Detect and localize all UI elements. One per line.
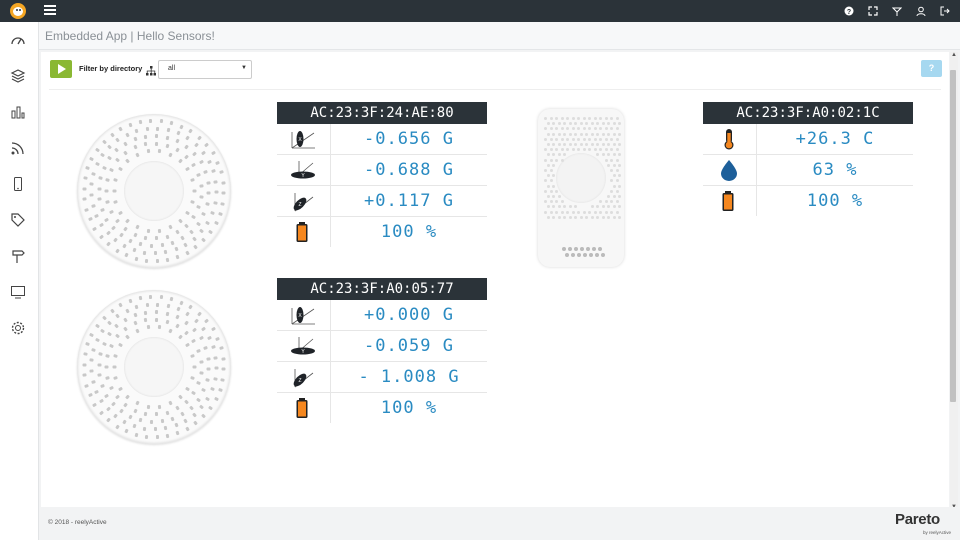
scroll-up-icon[interactable]: ▲ bbox=[950, 52, 958, 58]
reading-value: +0.117 G bbox=[364, 191, 454, 211]
menu-icon[interactable] bbox=[44, 5, 56, 17]
battery-icon bbox=[289, 397, 317, 419]
mobile-icon[interactable] bbox=[10, 176, 26, 192]
sidebar bbox=[0, 22, 39, 540]
reading-row: X -0.656 G bbox=[277, 124, 487, 155]
user-icon[interactable] bbox=[914, 3, 928, 19]
rect-sensor-image bbox=[538, 109, 624, 267]
brand-subtitle: by reelyActive bbox=[923, 530, 952, 535]
copyright-text: © 2018 - reelyActive bbox=[48, 519, 107, 526]
battery-icon bbox=[715, 190, 743, 212]
filter-label: Filter by directory bbox=[79, 64, 143, 73]
logout-icon[interactable] bbox=[938, 3, 952, 19]
sensor-card: AC:23:3F:A0:02:1C +26.3 C 63 % 100 % bbox=[703, 102, 913, 216]
reading-value: - 1.008 G bbox=[358, 367, 460, 387]
tags-icon[interactable] bbox=[10, 212, 26, 228]
help-icon[interactable]: ? bbox=[842, 3, 856, 19]
reading-row: Z +0.117 G bbox=[277, 186, 487, 217]
reading-row: Y -0.059 G bbox=[277, 331, 487, 362]
reading-value: 100 % bbox=[380, 222, 438, 242]
accelerometer-z-icon: Z bbox=[289, 366, 317, 388]
title-bar: Embedded App | Hello Sensors! bbox=[39, 22, 960, 50]
accelerometer-y-icon: Y bbox=[289, 159, 317, 181]
top-bar: ? bbox=[0, 0, 960, 22]
fullscreen-icon[interactable] bbox=[866, 3, 880, 19]
reading-value: 100 % bbox=[380, 398, 438, 418]
divider bbox=[49, 89, 941, 90]
reading-value: 100 % bbox=[806, 191, 864, 211]
page-title: Embedded App | Hello Sensors! bbox=[45, 29, 215, 43]
round-sensor-image bbox=[77, 290, 231, 444]
dashboard-icon[interactable] bbox=[10, 32, 26, 48]
reading-row: 100 % bbox=[277, 393, 487, 423]
reading-value: +0.000 G bbox=[364, 305, 454, 325]
sensor-card: AC:23:3F:24:AE:80 X -0.656 G Y -0.688 G Z +0.1… bbox=[277, 102, 487, 247]
directory-select-value: all bbox=[168, 65, 176, 72]
chevron-down-icon: ▼ bbox=[241, 65, 247, 71]
app-logo[interactable] bbox=[10, 3, 26, 19]
reading-row: Y -0.688 G bbox=[277, 155, 487, 186]
layers-icon[interactable] bbox=[10, 68, 26, 84]
svg-text:?: ? bbox=[847, 9, 851, 16]
reading-row: 100 % bbox=[277, 217, 487, 247]
brand-logo: Pareto bbox=[895, 511, 940, 528]
reading-row: 100 % bbox=[703, 186, 913, 216]
reading-value: 63 % bbox=[812, 160, 858, 180]
round-sensor-image bbox=[77, 114, 231, 268]
signpost-icon[interactable] bbox=[10, 248, 26, 264]
accelerometer-x-icon: X bbox=[289, 128, 317, 150]
footer bbox=[39, 507, 960, 540]
monitor-icon[interactable] bbox=[10, 284, 26, 300]
battery-icon bbox=[289, 221, 317, 243]
accelerometer-y-icon: Y bbox=[289, 335, 317, 357]
sitemap-icon bbox=[146, 63, 156, 76]
thermometer-icon bbox=[715, 128, 743, 150]
settings-icon[interactable] bbox=[10, 320, 26, 336]
reading-row: +26.3 C bbox=[703, 124, 913, 155]
reading-row: 63 % bbox=[703, 155, 913, 186]
sensor-id: AC:23:3F:A0:02:1C bbox=[703, 102, 913, 124]
scrollbar-thumb[interactable] bbox=[950, 70, 956, 402]
sensor-id: AC:23:3F:A0:05:77 bbox=[277, 278, 487, 300]
sensor-card: AC:23:3F:A0:05:77 X +0.000 G Y -0.059 G Z - 1.… bbox=[277, 278, 487, 423]
reading-value: -0.656 G bbox=[364, 129, 454, 149]
play-button[interactable] bbox=[50, 60, 72, 78]
directory-select[interactable]: all ▼ bbox=[158, 60, 252, 79]
bar-chart-icon[interactable] bbox=[10, 104, 26, 120]
antenna-icon[interactable] bbox=[890, 3, 904, 19]
accelerometer-x-icon: X bbox=[289, 304, 317, 326]
svg-text:Z: Z bbox=[298, 378, 301, 384]
reading-value: -0.059 G bbox=[364, 336, 454, 356]
reading-value: -0.688 G bbox=[364, 160, 454, 180]
reading-row: Z - 1.008 G bbox=[277, 362, 487, 393]
accelerometer-z-icon: Z bbox=[289, 190, 317, 212]
help-button[interactable]: ? bbox=[921, 60, 942, 77]
main-area: Embedded App | Hello Sensors! Filter by … bbox=[39, 22, 960, 540]
svg-text:Z: Z bbox=[298, 202, 301, 208]
reading-value: +26.3 C bbox=[795, 129, 875, 149]
rss-icon[interactable] bbox=[10, 140, 26, 156]
play-icon bbox=[58, 64, 66, 74]
content-panel: Filter by directory all ▼ ? AC:23:3F:24:… bbox=[41, 52, 949, 513]
sensor-id: AC:23:3F:24:AE:80 bbox=[277, 102, 487, 124]
humidity-drop-icon bbox=[715, 159, 743, 181]
reading-row: X +0.000 G bbox=[277, 300, 487, 331]
